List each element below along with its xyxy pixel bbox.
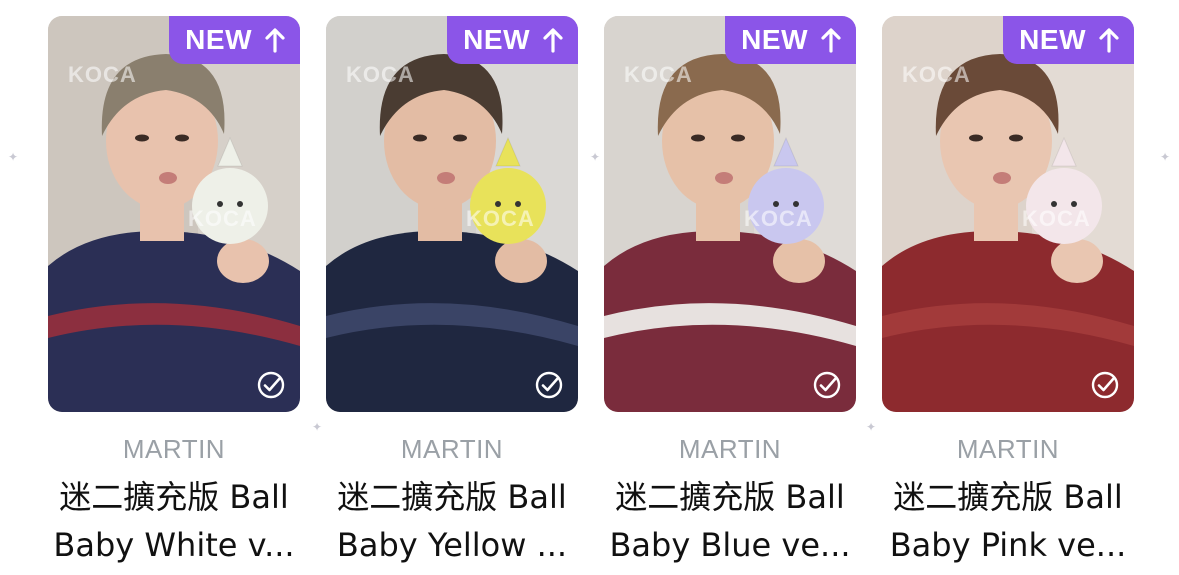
- photocard-thumbnail[interactable]: KOCA KOCA NEW: [882, 16, 1134, 412]
- check-circle-icon[interactable]: [256, 370, 286, 400]
- artist-name: MARTIN: [400, 434, 504, 464]
- person-eye: [691, 134, 705, 142]
- sparkle-icon: ✦: [8, 150, 19, 164]
- card-title-line: Baby Pink ve...: [889, 526, 1127, 564]
- new-badge: NEW: [447, 16, 578, 64]
- arrow-up-icon: [265, 28, 285, 53]
- photocard-item[interactable]: KOCA KOCA NEW MARTIN 迷二擴充版 Ball Baby Blu…: [604, 16, 856, 569]
- card-title-line: Baby Yellow ...: [336, 526, 568, 564]
- watermark-text: KOCA: [744, 206, 813, 231]
- new-badge-label: NEW: [741, 24, 808, 55]
- person-hand: [773, 239, 825, 283]
- watermark-text: KOCA: [188, 206, 257, 231]
- new-badge-label: NEW: [185, 24, 252, 55]
- check-circle-icon[interactable]: [1090, 370, 1120, 400]
- photocard-thumbnail[interactable]: KOCA KOCA NEW: [48, 16, 300, 412]
- person-hand: [495, 239, 547, 283]
- person-eye: [453, 134, 467, 142]
- watermark-text: KOCA: [624, 62, 693, 87]
- check-circle-icon[interactable]: [534, 370, 564, 400]
- artist-name: MARTIN: [122, 434, 226, 464]
- new-badge: NEW: [725, 16, 856, 64]
- card-title-line: Baby Blue ve...: [609, 526, 851, 564]
- person-eye: [175, 134, 189, 142]
- person-eye: [969, 134, 983, 142]
- photocard-item[interactable]: KOCA KOCA NEW MARTIN 迷二擴充版 Ball Baby Yel…: [326, 16, 578, 569]
- person-eye: [413, 134, 427, 142]
- person-eye: [1009, 134, 1023, 142]
- photocard-thumbnail[interactable]: KOCA KOCA NEW: [326, 16, 578, 412]
- arrow-up-icon: [821, 28, 841, 53]
- watermark-text: KOCA: [1022, 206, 1091, 231]
- card-title-line: 迷二擴充版 Ball: [337, 478, 567, 516]
- artist-name: MARTIN: [678, 434, 782, 464]
- card-title-line: 迷二擴充版 Ball: [893, 478, 1123, 516]
- photocard-item[interactable]: KOCA KOCA NEW MARTIN 迷二擴充版 Ball Baby Pin…: [882, 16, 1134, 569]
- person-hand: [1051, 239, 1103, 283]
- arrow-up-icon: [543, 28, 563, 53]
- sparkle-icon: ✦: [1160, 150, 1171, 164]
- card-title[interactable]: 迷二擴充版 Ball Baby White v...: [44, 473, 304, 569]
- watermark-text: KOCA: [466, 206, 535, 231]
- new-badge: NEW: [1003, 16, 1134, 64]
- person-mouth: [159, 172, 177, 184]
- watermark-text: KOCA: [902, 62, 971, 87]
- new-badge-label: NEW: [1019, 24, 1086, 55]
- person-hand: [217, 239, 269, 283]
- person-eye: [135, 134, 149, 142]
- card-title-line: 迷二擴充版 Ball: [59, 478, 289, 516]
- check-circle-icon[interactable]: [812, 370, 842, 400]
- person-mouth: [437, 172, 455, 184]
- card-title-line: Baby White v...: [53, 526, 295, 564]
- card-title[interactable]: 迷二擴充版 Ball Baby Blue ve...: [600, 473, 860, 569]
- photocard-grid: KOCA KOCA NEW MARTIN 迷二擴充版 Ball Baby Whi…: [48, 16, 1134, 569]
- person-mouth: [993, 172, 1011, 184]
- arrow-up-icon: [1099, 28, 1119, 53]
- artist-name: MARTIN: [956, 434, 1060, 464]
- card-title[interactable]: 迷二擴充版 Ball Baby Yellow ...: [322, 473, 582, 569]
- new-badge: NEW: [169, 16, 300, 64]
- person-mouth: [715, 172, 733, 184]
- watermark-text: KOCA: [346, 62, 415, 87]
- new-badge-label: NEW: [463, 24, 530, 55]
- person-eye: [731, 134, 745, 142]
- watermark-text: KOCA: [68, 62, 137, 87]
- card-title-line: 迷二擴充版 Ball: [615, 478, 845, 516]
- photocard-item[interactable]: KOCA KOCA NEW MARTIN 迷二擴充版 Ball Baby Whi…: [48, 16, 300, 569]
- card-title[interactable]: 迷二擴充版 Ball Baby Pink ve...: [878, 473, 1138, 569]
- photocard-thumbnail[interactable]: KOCA KOCA NEW: [604, 16, 856, 412]
